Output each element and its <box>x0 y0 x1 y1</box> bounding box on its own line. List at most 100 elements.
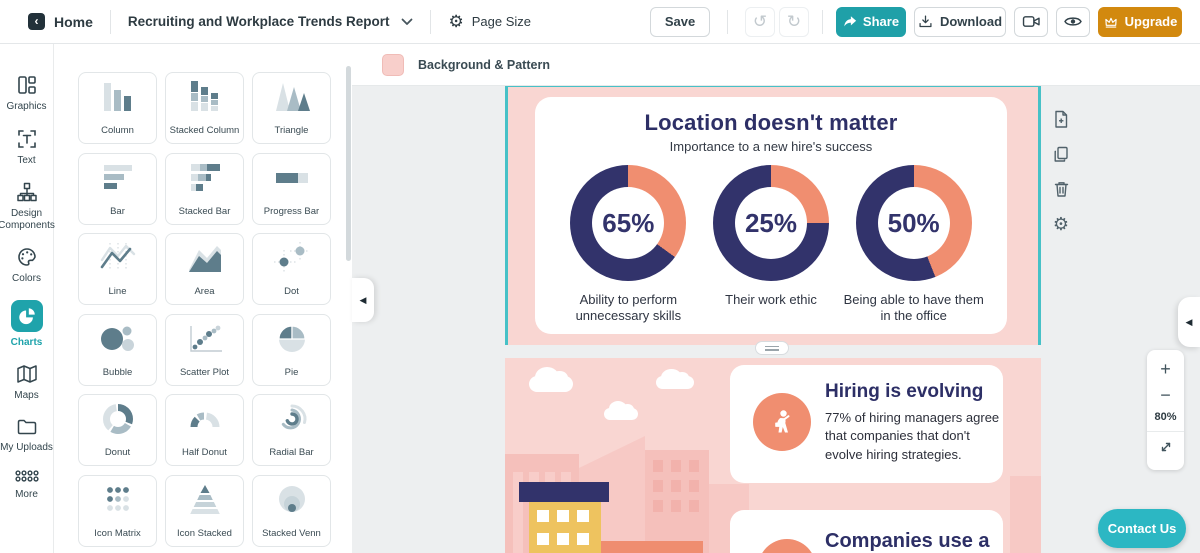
sidebar-item-graphics[interactable]: Graphics <box>0 74 54 113</box>
chart-type-label: Triangle <box>274 125 309 136</box>
sidebar-label: My Uploads <box>0 441 53 453</box>
stacked-column-chart-icon <box>190 81 218 111</box>
chart-type-donut[interactable]: Donut <box>78 394 157 466</box>
chart-type-progress-bar[interactable]: Progress Bar <box>252 152 331 225</box>
chart-type-scatter-plot[interactable]: Scatter Plot <box>165 313 244 386</box>
donut-hole: 65% <box>592 187 665 259</box>
stat-card-location[interactable]: Location doesn't matter Importance to a … <box>535 97 1007 334</box>
chevron-down-icon[interactable] <box>401 18 413 26</box>
page-size-label[interactable]: Page Size <box>472 14 531 29</box>
duplicate-page-button[interactable] <box>1050 143 1072 165</box>
infographic-subtitle[interactable]: Importance to a new hire's success <box>535 139 1007 154</box>
sidebar-item-charts[interactable]: Charts <box>0 299 54 349</box>
divider <box>109 9 111 34</box>
collapse-panel-tab[interactable]: ◀ <box>352 278 374 322</box>
sidebar-item-more[interactable]: More <box>0 468 54 501</box>
zoom-controls: + − 80% <box>1147 350 1184 470</box>
contact-us-label: Contact Us <box>1107 521 1177 536</box>
icon-matrix-chart-icon <box>106 486 129 511</box>
page-size-gear-icon[interactable]: ⚙ <box>448 13 463 30</box>
chart-type-stacked-venn[interactable]: Stacked Venn <box>252 474 331 547</box>
chart-type-dot[interactable]: Dot <box>252 233 331 305</box>
sidebar-item-text[interactable]: Text <box>0 128 54 167</box>
chart-type-line[interactable]: Line <box>78 233 157 305</box>
upgrade-button[interactable]: Upgrade <box>1098 6 1182 37</box>
card-title[interactable]: Hiring is evolving <box>825 381 983 403</box>
donut-chart-65[interactable]: 65% <box>570 165 687 281</box>
zoom-out-button[interactable]: − <box>1151 382 1181 408</box>
chart-type-area[interactable]: Area <box>165 233 244 305</box>
donut-caption[interactable]: Their work ethic <box>725 292 817 308</box>
stacked-bar-chart-icon <box>190 163 220 191</box>
save-button[interactable]: Save <box>650 6 710 37</box>
walking-person-icon <box>753 393 811 451</box>
record-video-button[interactable] <box>1014 6 1048 37</box>
infographic-title[interactable]: Location doesn't matter <box>535 110 1007 136</box>
document-title[interactable]: Recruiting and Workplace Trends Report <box>128 14 390 29</box>
sidebar-label: Colors <box>12 273 41 284</box>
sidebar-label: Design Components <box>0 208 55 231</box>
donut-value: 25% <box>744 207 798 238</box>
donut-chart-50[interactable]: 50% <box>855 165 972 281</box>
graphics-icon <box>17 76 36 94</box>
page-divider-handle[interactable] <box>755 341 789 355</box>
chart-type-stacked-column[interactable]: Stacked Column <box>165 72 244 144</box>
stat-card-hiring[interactable]: Hiring is evolving 77% of hiring manager… <box>730 365 1003 483</box>
chart-type-label: Column <box>101 125 134 136</box>
redo-icon[interactable]: ↻ <box>779 6 809 37</box>
share-button[interactable]: Share <box>836 6 906 37</box>
sidebar-item-my-uploads[interactable]: My Uploads <box>0 417 54 454</box>
donut-caption[interactable]: Ability to perform unnecessary skills <box>557 292 700 325</box>
zoom-in-button[interactable]: + <box>1151 356 1181 382</box>
sidebar-item-maps[interactable]: Maps <box>0 363 54 402</box>
chart-type-pie[interactable]: Pie <box>252 313 331 386</box>
donut-group: 65% Ability to perform unnecessary skill… <box>557 165 700 325</box>
delete-page-button[interactable] <box>1050 178 1072 200</box>
divider <box>822 9 823 34</box>
donut-value: 50% <box>887 207 940 238</box>
chart-type-half-donut[interactable]: Half Donut <box>165 394 244 466</box>
add-page-button[interactable] <box>1050 108 1072 130</box>
zoom-level[interactable]: 80% <box>1154 411 1176 423</box>
sidebar-item-colors[interactable]: Colors <box>0 246 54 285</box>
chart-type-icon-matrix[interactable]: Icon Matrix <box>78 474 157 547</box>
progress-bar-chart-icon <box>275 172 308 183</box>
more-dots-icon <box>14 470 39 482</box>
fit-to-screen-button[interactable] <box>1151 434 1181 460</box>
page-settings-button[interactable]: ⚙ <box>1050 213 1072 235</box>
card-title[interactable]: Companies use a <box>825 530 990 553</box>
share-icon <box>844 16 857 27</box>
chart-type-column[interactable]: Column <box>78 72 157 144</box>
background-pattern-label[interactable]: Background & Pattern <box>418 58 550 72</box>
sidebar-label: Text <box>17 154 36 166</box>
donut-chart-25[interactable]: 25% <box>713 165 829 281</box>
card-body-text[interactable]: 77% of hiring managers agree that compan… <box>825 409 1007 464</box>
stat-card-companies[interactable]: Companies use a <box>730 510 1003 553</box>
chart-type-stacked-bar[interactable]: Stacked Bar <box>165 152 244 225</box>
chart-type-bar[interactable]: Bar <box>78 152 157 225</box>
download-button[interactable]: Download <box>914 6 1006 37</box>
panel-scrollbar[interactable] <box>346 66 351 261</box>
chart-type-triangle[interactable]: Triangle <box>252 72 331 144</box>
chart-type-bubble[interactable]: Bubble <box>78 313 157 386</box>
canvas-page-1[interactable]: Location doesn't matter Importance to a … <box>505 85 1041 345</box>
chart-type-label: Bar <box>110 205 125 217</box>
home-label[interactable]: Home <box>54 14 93 30</box>
collapse-right-panel-tab[interactable]: ◀ <box>1178 297 1200 347</box>
canvas-page-2[interactable]: Hiring is evolving 77% of hiring manager… <box>505 358 1041 553</box>
page-actions-rail: ⚙ <box>1050 108 1072 235</box>
chart-type-label: Progress Bar <box>263 205 320 217</box>
preview-button[interactable] <box>1056 6 1090 37</box>
donut-caption[interactable]: Being able to have them in the office <box>842 292 985 325</box>
stacked-venn-chart-icon <box>278 485 305 512</box>
chart-type-label: Dot <box>284 286 299 297</box>
background-color-swatch[interactable] <box>382 53 404 76</box>
sidebar-item-design-components[interactable]: Design Components <box>0 181 55 231</box>
back-home-icon[interactable]: ‹ <box>28 13 45 30</box>
chart-type-radial-bar[interactable]: Radial Bar <box>252 394 331 466</box>
contact-us-button[interactable]: Contact Us <box>1098 509 1186 548</box>
undo-icon[interactable]: ↺ <box>745 6 775 37</box>
chart-type-icon-stacked[interactable]: Icon Stacked <box>165 474 244 547</box>
card-icon-circle <box>758 539 816 553</box>
eye-icon <box>1064 17 1082 26</box>
